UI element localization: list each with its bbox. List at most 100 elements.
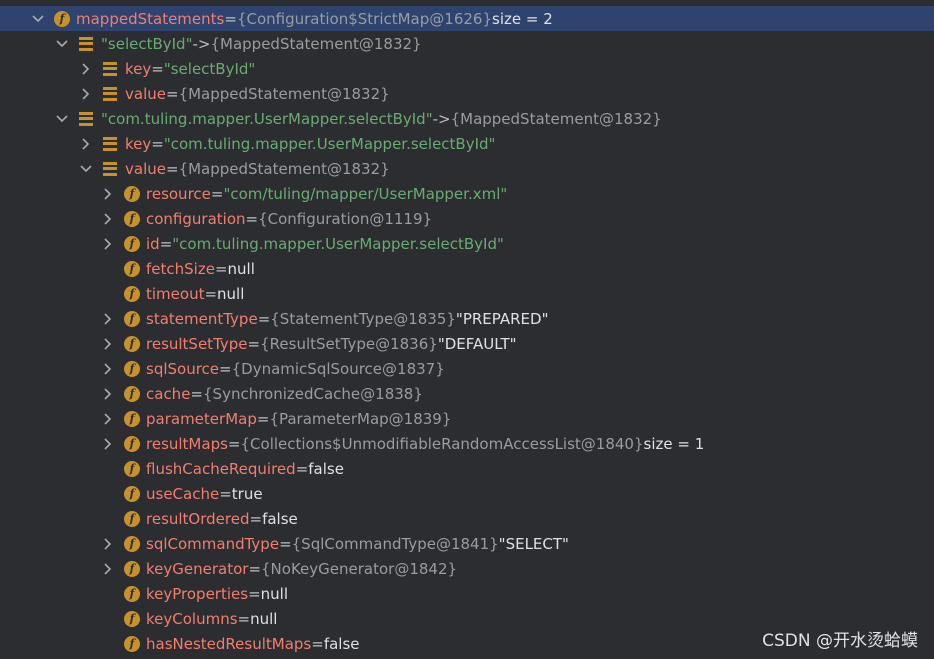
ref: {StatementType@1835} [270, 309, 456, 328]
tree-row[interactable]: value = {MappedStatement@1832} [0, 81, 934, 106]
tree-row[interactable]: f keyProperties = null [0, 581, 934, 606]
field-icon: f [124, 635, 140, 652]
field-icon: f [124, 285, 140, 302]
tree-row[interactable]: key = "selectById" [0, 56, 934, 81]
tree-row[interactable]: f id = "com.tuling.mapper.UserMapper.sele… [0, 231, 934, 256]
chevron-right-icon[interactable] [102, 336, 114, 352]
chevron-right-icon[interactable] [102, 361, 114, 377]
plain: "PREPARED" [455, 309, 549, 328]
ref: {MappedStatement@1832} [178, 84, 390, 103]
ref: {SynchronizedCache@1838} [203, 384, 423, 403]
chevron-down-icon[interactable] [32, 11, 44, 27]
eq: = [311, 634, 324, 653]
tree-row[interactable]: f flushCacheRequired = false [0, 456, 934, 481]
field-icon: f [124, 335, 140, 352]
chevron-down-icon[interactable] [56, 111, 68, 127]
field-icon: f [124, 385, 140, 402]
chevron-right-icon[interactable] [102, 561, 114, 577]
chevron-right-icon[interactable] [102, 411, 114, 427]
map-entry-icon [103, 86, 117, 101]
chevron-down-icon[interactable] [80, 161, 92, 177]
field-icon: f [124, 310, 140, 327]
chevron-right-icon[interactable] [102, 211, 114, 227]
name: key [125, 59, 152, 78]
plain: null [227, 259, 255, 278]
ref: {Configuration$StrictMap@1626} [236, 9, 492, 28]
tree-row[interactable]: f timeout = null [0, 281, 934, 306]
name: flushCacheRequired [146, 459, 296, 478]
ref: {Collections$UnmodifiableRandomAccessLis… [240, 434, 644, 453]
tree-row[interactable]: "selectById" -> {MappedStatement@1832} [0, 31, 934, 56]
tree-row[interactable]: f useCache = true [0, 481, 934, 506]
tree-row[interactable]: f sqlSource = {DynamicSqlSource@1837} [0, 356, 934, 381]
name: hasNestedResultMaps [146, 634, 312, 653]
tree-row[interactable]: f statementType = {StatementType@1835} "P… [0, 306, 934, 331]
field-icon: f [124, 610, 140, 627]
map-entry-icon [103, 161, 117, 176]
tree-row[interactable]: f mappedStatements = {Configuration$Stric… [0, 6, 934, 31]
tree-row[interactable]: "com.tuling.mapper.UserMapper.selectById… [0, 106, 934, 131]
chevron-right-icon[interactable] [80, 136, 92, 152]
name: resource [146, 184, 211, 203]
eq: = [151, 134, 164, 153]
name: value [125, 84, 166, 103]
tree-row[interactable]: f cache = {SynchronizedCache@1838} [0, 381, 934, 406]
extra: size = 1 [643, 434, 705, 453]
tree-row[interactable]: value = {MappedStatement@1832} [0, 156, 934, 181]
chevron-right-icon[interactable] [102, 186, 114, 202]
name: configuration [146, 209, 246, 228]
tree-row[interactable]: f fetchSize = null [0, 256, 934, 281]
chevron-right-icon[interactable] [102, 436, 114, 452]
field-icon: f [124, 235, 140, 252]
ref: {ParameterMap@1839} [269, 409, 452, 428]
eq: = [165, 159, 179, 178]
name: id [146, 234, 160, 253]
arrow2: -> [432, 109, 451, 128]
tree-row[interactable]: f resultSetType = {ResultSetType@1836} "D… [0, 331, 934, 356]
name: sqlCommandType [146, 534, 280, 553]
field-icon: f [124, 510, 140, 527]
chevron-right-icon[interactable] [102, 386, 114, 402]
chevron-right-icon[interactable] [102, 236, 114, 252]
eq: = [237, 609, 251, 628]
plain: null [260, 584, 289, 603]
eq: = [245, 209, 259, 228]
chevron-right-icon[interactable] [80, 86, 92, 102]
plain: null [250, 609, 278, 628]
field-icon: f [124, 185, 140, 202]
plain: true [231, 484, 263, 503]
tree-row[interactable]: f resultMaps = {Collections$UnmodifiableR… [0, 431, 934, 456]
chevron-right-icon[interactable] [102, 311, 114, 327]
tree-row[interactable]: f configuration = {Configuration@1119} [0, 206, 934, 231]
name: resultSetType [146, 334, 248, 353]
ref: {MappedStatement@1832} [450, 109, 662, 128]
name: keyGenerator [146, 559, 249, 578]
tree-row[interactable]: f keyGenerator = {NoKeyGenerator@1842} [0, 556, 934, 581]
name: mappedStatements [76, 9, 225, 28]
plain: false [308, 459, 344, 478]
str: "com.tuling.mapper.UserMapper.selectById… [163, 134, 496, 153]
eq: = [227, 434, 241, 453]
name: value [125, 159, 166, 178]
eq: = [210, 184, 224, 203]
chevron-right-icon[interactable] [102, 536, 114, 552]
tree-row[interactable]: f sqlCommandType = {SqlCommandType@1841} … [0, 531, 934, 556]
map-entry-icon [79, 36, 93, 51]
tree-row[interactable]: f parameterMap = {ParameterMap@1839} [0, 406, 934, 431]
map-entry-icon [103, 61, 117, 76]
field-icon: f [124, 485, 140, 502]
tree-row[interactable]: key = "com.tuling.mapper.UserMapper.sele… [0, 131, 934, 156]
plain: "SELECT" [498, 534, 569, 553]
tree-row[interactable]: f resource = "com/tuling/mapper/UserMappe… [0, 181, 934, 206]
eq: = [295, 459, 309, 478]
eq: = [247, 334, 261, 353]
chevron-right-icon[interactable] [80, 61, 92, 77]
chevron-down-icon[interactable] [56, 36, 68, 52]
plain: false [262, 509, 298, 528]
tree-row[interactable]: f resultOrdered = false [0, 506, 934, 531]
